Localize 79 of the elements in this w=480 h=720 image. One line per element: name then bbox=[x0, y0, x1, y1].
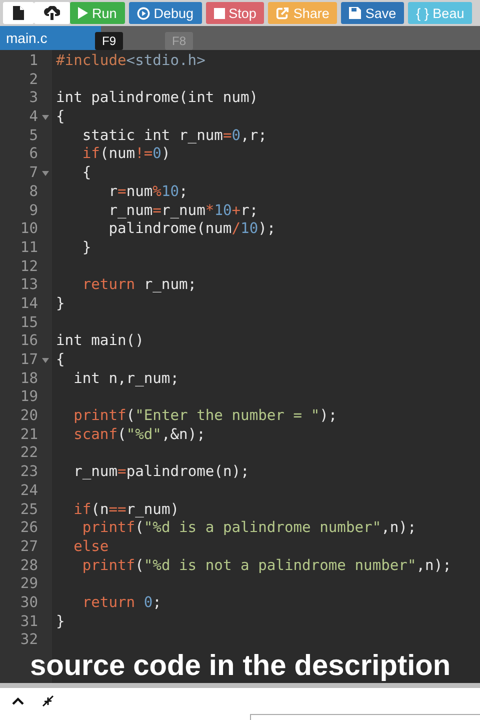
code-line: else bbox=[72, 538, 109, 557]
line-number: 23 bbox=[20, 463, 38, 482]
line-number: 13 bbox=[20, 276, 38, 295]
collapse-icon[interactable] bbox=[42, 695, 54, 707]
file-icon bbox=[13, 6, 24, 20]
fold-caret-icon[interactable] bbox=[42, 114, 48, 120]
line-number: 2 bbox=[29, 70, 38, 90]
code-line: if(num!=0) bbox=[81, 145, 170, 164]
code-line: int palindrome(int num) bbox=[55, 89, 258, 108]
line-number: 31 bbox=[20, 612, 38, 632]
code-line: palindrome(num/10); bbox=[108, 220, 276, 239]
line-number: 1 bbox=[29, 52, 38, 71]
cloud-upload-icon bbox=[44, 6, 60, 20]
line-number: 21 bbox=[20, 426, 38, 444]
code-line: { bbox=[81, 164, 92, 183]
line-number: 26 bbox=[20, 519, 38, 538]
line-number: 29 bbox=[20, 575, 38, 594]
code-line: #include<stdio.h> bbox=[55, 52, 206, 71]
line-number: 22 bbox=[20, 444, 38, 464]
line-number: 19 bbox=[20, 388, 38, 408]
line-number: 12 bbox=[20, 258, 38, 276]
code-line: return 0; bbox=[81, 594, 162, 613]
line-number: 18 bbox=[20, 370, 38, 388]
save-button[interactable]: Save bbox=[341, 2, 404, 24]
shortcut-tooltip: F8 bbox=[165, 32, 193, 50]
line-number: 28 bbox=[20, 556, 38, 576]
line-number: 24 bbox=[20, 482, 38, 501]
debug-button[interactable]: Debug bbox=[128, 2, 202, 24]
code-line: static int r_num=0,r; bbox=[81, 126, 267, 146]
code-line: int n,r_num; bbox=[72, 370, 180, 388]
line-number: 16 bbox=[20, 332, 38, 352]
share-icon bbox=[276, 6, 290, 20]
line-number: 4 bbox=[29, 108, 38, 127]
line-number: 9 bbox=[29, 202, 38, 220]
line-number: 8 bbox=[29, 182, 38, 202]
line-number: 3 bbox=[29, 89, 38, 108]
caption-text: source code in the description bbox=[30, 650, 451, 683]
line-number: 20 bbox=[20, 407, 38, 426]
line-number: 15 bbox=[20, 314, 38, 332]
line-number: 27 bbox=[20, 538, 38, 557]
code-line: r_num=palindrome(n); bbox=[72, 463, 250, 482]
beautify-button[interactable]: { } Beau bbox=[408, 2, 472, 24]
line-number: 5 bbox=[29, 126, 38, 146]
stop-icon bbox=[214, 8, 225, 18]
run-button[interactable]: Run bbox=[70, 2, 125, 24]
code-line: scanf("%d",&n); bbox=[72, 426, 206, 444]
line-number: 25 bbox=[20, 500, 38, 520]
code-line: printf("%d is not a palindrome number",n); bbox=[81, 556, 452, 576]
code-line: if(n==r_num) bbox=[72, 500, 180, 520]
code-line: printf("Enter the number = "); bbox=[72, 407, 338, 426]
upload-button[interactable] bbox=[34, 2, 70, 24]
fold-caret-icon[interactable] bbox=[42, 170, 48, 176]
fold-caret-icon[interactable] bbox=[42, 358, 48, 363]
play-circle-icon bbox=[136, 6, 150, 20]
code-line: int main() bbox=[55, 332, 144, 351]
line-number: 30 bbox=[20, 594, 38, 613]
code-line: printf("%d is a palindrome number",n); bbox=[81, 519, 416, 538]
code-line: } bbox=[81, 238, 92, 258]
line-number: 32 bbox=[20, 631, 38, 650]
play-icon bbox=[78, 7, 88, 19]
stop-button[interactable]: Stop bbox=[206, 2, 264, 24]
shortcut-tooltip: F9 bbox=[95, 32, 123, 50]
line-number: 14 bbox=[20, 294, 38, 314]
line-number: 7 bbox=[29, 164, 38, 183]
file-tab[interactable]: main.c bbox=[0, 26, 101, 50]
line-number: 10 bbox=[20, 220, 38, 239]
code-line: return r_num; bbox=[81, 276, 197, 295]
code-line: r=num%10; bbox=[108, 182, 188, 202]
code-line: { bbox=[55, 108, 65, 127]
new-file-button[interactable] bbox=[3, 2, 34, 24]
code-line: r_num=r_num*10+r; bbox=[108, 202, 258, 220]
code-line: } bbox=[55, 612, 65, 632]
chevron-up-icon[interactable] bbox=[12, 697, 24, 705]
line-number: 17 bbox=[20, 351, 38, 370]
code-line: { bbox=[55, 351, 65, 370]
line-number: 11 bbox=[20, 238, 38, 258]
share-button[interactable]: Share bbox=[268, 2, 338, 24]
code-line: } bbox=[55, 294, 65, 314]
line-number: 6 bbox=[29, 145, 38, 164]
